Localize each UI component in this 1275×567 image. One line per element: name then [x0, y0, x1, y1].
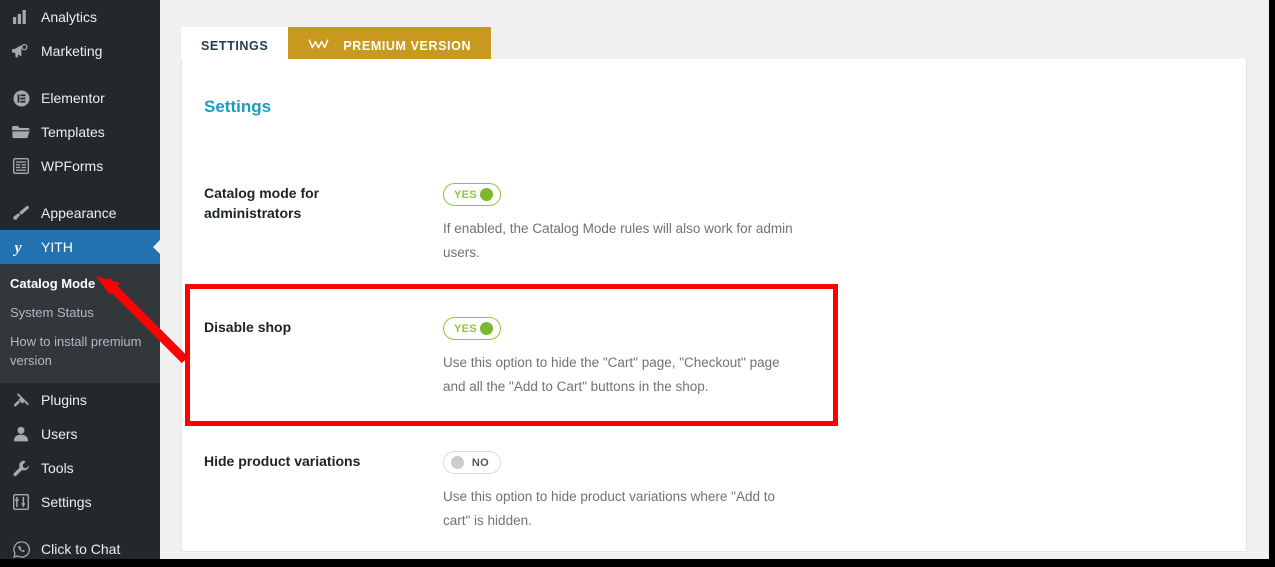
submenu-item-label: Catalog Mode [10, 276, 96, 291]
megaphone-icon [10, 41, 32, 61]
sidebar-item-how-to-install-premium[interactable]: How to install premium version [0, 328, 160, 376]
setting-control: NO [443, 451, 501, 479]
setting-control: YES [443, 317, 501, 345]
sidebar-item-system-status[interactable]: System Status [0, 299, 160, 328]
sidebar-item-plugins[interactable]: Plugins [0, 383, 160, 417]
submenu-item-label: How to install premium version [10, 333, 142, 368]
sidebar-item-click-to-chat[interactable]: Click to Chat [0, 532, 160, 559]
sidebar-item-label: Plugins [41, 392, 87, 409]
sidebar-item-label: Settings [41, 494, 92, 511]
sidebar-item-label: YITH [41, 239, 73, 255]
folder-icon [10, 122, 32, 142]
sidebar-item-yith[interactable]: y YITH [0, 230, 161, 264]
user-icon [10, 424, 32, 444]
wrench-icon [10, 458, 32, 478]
wordpress-admin-page: Analytics Marketing Elementor Templates … [0, 0, 1269, 559]
sidebar-item-appearance[interactable]: Appearance [0, 196, 160, 230]
settings-panel: Settings Catalog mode for administrators… [181, 59, 1247, 552]
screenshot-root: Analytics Marketing Elementor Templates … [0, 0, 1275, 567]
paintbrush-icon [10, 203, 32, 223]
toggle-hide-product-variations[interactable]: NO [443, 451, 501, 474]
sidebar-item-tools[interactable]: Tools [0, 451, 160, 485]
yith-submenu: Catalog Mode System Status How to instal… [0, 264, 160, 384]
crown-icon [308, 37, 329, 54]
sidebar-item-label: Tools [41, 460, 74, 477]
toggle-knob [480, 322, 493, 335]
toggle-state-label: NO [471, 456, 489, 469]
sidebar-divider [0, 519, 160, 532]
sidebar-divider [0, 68, 160, 81]
sidebar-item-label: WPForms [41, 158, 104, 174]
sidebar-item-label: Templates [41, 124, 105, 140]
sidebar-item-wpforms[interactable]: WPForms [0, 149, 160, 183]
window-bottom-border [0, 559, 1275, 567]
setting-label: Catalog mode for administrators [204, 185, 320, 222]
page-title: Settings [204, 97, 272, 116]
toggle-catalog-mode-for-administrators[interactable]: YES [443, 183, 501, 206]
toggle-knob [480, 188, 493, 201]
toggle-state-label: YES [454, 188, 477, 201]
bar-chart-icon [10, 7, 32, 27]
toggle-disable-shop[interactable]: YES [443, 317, 501, 340]
sidebar-item-label: Analytics [41, 9, 98, 25]
sidebar-item-users[interactable]: Users [0, 417, 160, 451]
sliders-icon [10, 492, 32, 512]
sidebar-item-label: Marketing [41, 43, 103, 59]
sidebar-item-label: Users [41, 426, 78, 443]
setting-label: Disable shop [204, 319, 292, 335]
toggle-state-label: YES [454, 322, 477, 335]
sidebar-item-marketing[interactable]: Marketing [0, 34, 160, 68]
tab-label: SETTINGS [201, 38, 269, 53]
sidebar-item-label: Click to Chat [41, 541, 121, 558]
whatsapp-icon [10, 539, 32, 559]
svg-text:y: y [13, 240, 23, 257]
toggle-knob [451, 456, 464, 469]
sidebar-item-analytics[interactable]: Analytics [0, 0, 160, 34]
setting-description: Use this option to hide product variatio… [443, 489, 775, 528]
forms-icon [10, 156, 32, 176]
sidebar-item-templates[interactable]: Templates [0, 115, 160, 149]
sidebar-item-label: Appearance [41, 205, 117, 221]
main-content: SETTINGS PREMIUM VERSION Settings Catalo… [160, 0, 1269, 559]
admin-sidebar: Analytics Marketing Elementor Templates … [0, 0, 161, 559]
setting-description: Use this option to hide the "Cart" page,… [443, 355, 780, 394]
sidebar-item-catalog-mode[interactable]: Catalog Mode [0, 270, 160, 299]
window-right-border [1269, 0, 1275, 567]
submenu-item-label: System Status [10, 304, 94, 320]
yith-logo-icon: y [10, 237, 32, 257]
tab-label: PREMIUM VERSION [343, 38, 472, 53]
sidebar-item-elementor[interactable]: Elementor [0, 81, 160, 115]
setting-description: If enabled, the Catalog Mode rules will … [443, 221, 793, 260]
sidebar-item-settings[interactable]: Settings [0, 485, 160, 519]
sidebar-divider [0, 183, 160, 196]
elementor-icon [10, 88, 32, 108]
plug-icon [10, 390, 32, 410]
sidebar-item-label: Elementor [41, 90, 105, 106]
setting-label: Hide product variations [204, 453, 361, 469]
setting-control: YES [443, 183, 501, 211]
